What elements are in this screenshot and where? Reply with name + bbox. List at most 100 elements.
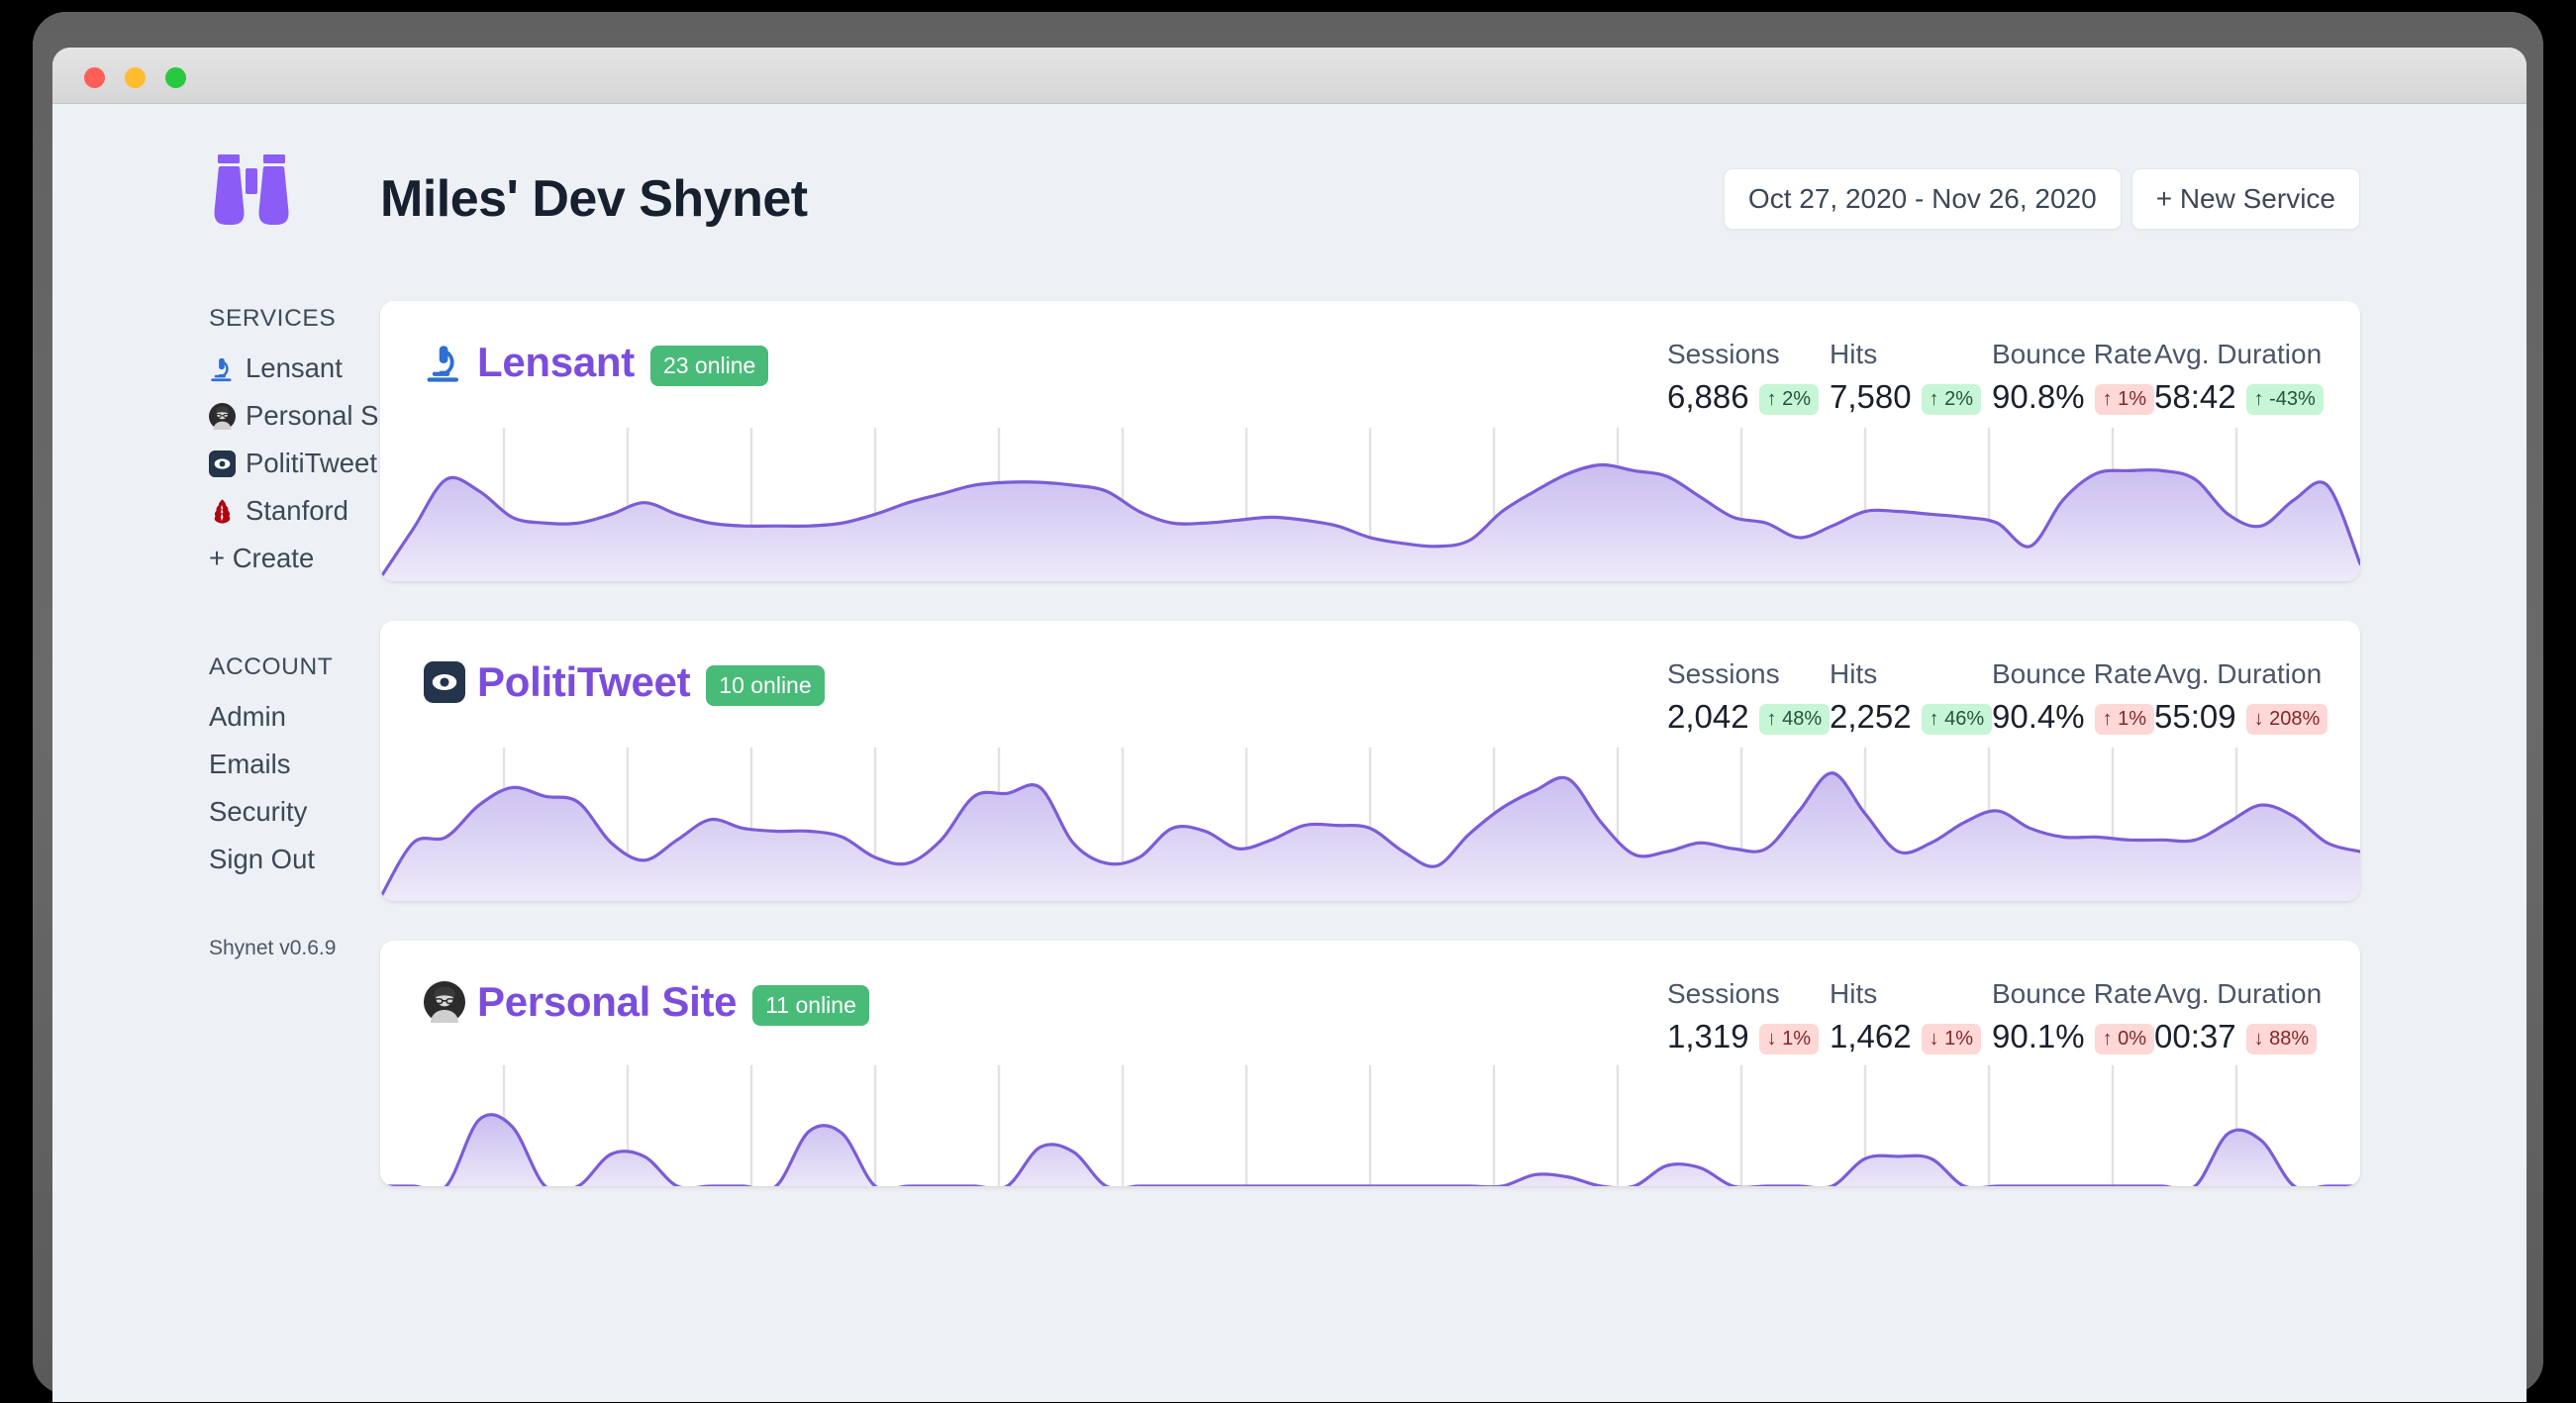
- sidebar-item-label: + Create: [209, 543, 314, 574]
- stat-label: Avg. Duration: [2154, 978, 2317, 1010]
- service-name: PolitiTweet: [477, 658, 690, 706]
- page-body: SERVICES Lensant: [52, 104, 2526, 1402]
- stat-value: 7,580: [1830, 378, 1912, 416]
- sidebar-spacer: [209, 590, 380, 653]
- online-badge: 23 online: [650, 346, 768, 386]
- stat-label: Sessions: [1667, 978, 1830, 1010]
- stat-delta: ↑ 0%: [2095, 1024, 2154, 1054]
- stat-delta: ↓ 1%: [1922, 1024, 1981, 1054]
- maximize-window-button[interactable]: [165, 67, 186, 88]
- stat-sessions: Sessions 6,886 ↑ 2%: [1667, 339, 1830, 416]
- avatar-photo-icon: [424, 981, 465, 1023]
- stat-delta: ↓ 208%: [2246, 704, 2328, 735]
- stat-hits: Hits 1,462↓ 1%: [1830, 978, 1992, 1055]
- stat-delta: ↑ 1%: [2095, 704, 2154, 735]
- service-stats: Sessions 1,319↓ 1% Hits 1,462↓ 1% Bounce…: [1667, 978, 2317, 1055]
- sidebar-item-label: Lensant: [246, 352, 343, 384]
- sidebar-item-label: Stanford: [246, 495, 348, 527]
- stat-label: Hits: [1830, 339, 1992, 370]
- service-identity[interactable]: Personal Site 11 online: [424, 978, 869, 1026]
- sidebar-item-admin[interactable]: Admin: [209, 701, 380, 733]
- stat-delta: ↑ 46%: [1922, 704, 1993, 735]
- sidebar-item-label: Admin: [209, 701, 286, 733]
- eye-square-icon: [209, 451, 236, 477]
- window-titlebar: [52, 48, 2526, 104]
- service-name: Personal Site: [477, 978, 737, 1026]
- stat-avg-duration: Avg. Duration 58:42↑ -43%: [2154, 339, 2317, 416]
- stat-avg-duration: Avg. Duration 55:09↓ 208%: [2154, 658, 2317, 736]
- app-window: SERVICES Lensant: [52, 48, 2526, 1402]
- minimize-window-button[interactable]: [125, 67, 146, 88]
- service-stats: Sessions 2,042↑ 48% Hits 2,252↑ 46% Boun…: [1667, 658, 2317, 736]
- service-card[interactable]: Personal Site 11 online Sessions 1,319↓ …: [380, 941, 2360, 1186]
- stat-sessions: Sessions 2,042↑ 48%: [1667, 658, 1830, 736]
- avatar-photo-icon: [209, 403, 236, 430]
- close-window-button[interactable]: [84, 67, 105, 88]
- sparkline-svg: [380, 418, 2360, 581]
- service-card[interactable]: Lensant 23 online Sessions 6,886 ↑ 2% Hit…: [380, 301, 2360, 581]
- stat-hits: Hits 2,252↑ 46%: [1830, 658, 1992, 736]
- sessions-sparkline-chart: [380, 738, 2360, 901]
- sidebar-item-label: Sign Out: [209, 844, 315, 875]
- stat-avg-duration: Avg. Duration 00:37 ↓ 88%: [2154, 978, 2317, 1055]
- stat-value: 00:37: [2154, 1018, 2236, 1055]
- service-card[interactable]: PolitiTweet 10 online Sessions 2,042↑ 48…: [380, 621, 2360, 901]
- stat-value: 58:42: [2154, 378, 2236, 416]
- service-card-header: Personal Site 11 online Sessions 1,319↓ …: [380, 941, 2360, 1050]
- stat-delta: ↑ -43%: [2246, 384, 2324, 415]
- sidebar-item-emails[interactable]: Emails: [209, 749, 380, 780]
- stat-bounce-rate: Bounce Rate 90.4% ↑ 1%: [1992, 658, 2154, 736]
- sidebar-item-sign-out[interactable]: Sign Out: [209, 844, 380, 875]
- sidebar-item-polititweet[interactable]: PolitiTweet: [209, 448, 380, 479]
- stat-value: 1,319: [1667, 1018, 1749, 1055]
- sidebar-heading-account: ACCOUNT: [209, 653, 380, 681]
- service-stats: Sessions 6,886 ↑ 2% Hits 7,580 ↑ 2% Bounce…: [1667, 339, 2317, 416]
- stat-value: 2,042: [1667, 698, 1749, 736]
- stat-delta: ↑ 2%: [1922, 384, 1981, 415]
- online-badge: 10 online: [706, 665, 824, 706]
- sidebar-item-create[interactable]: + Create: [209, 543, 380, 574]
- stat-value: 6,886: [1667, 378, 1749, 416]
- stat-bounce-rate: Bounce Rate 90.8%↑ 1%: [1992, 339, 2154, 416]
- date-range-button[interactable]: Oct 27, 2020 - Nov 26, 2020: [1724, 168, 2122, 230]
- sidebar-item-stanford[interactable]: Stanford: [209, 495, 380, 527]
- stat-value: 90.8%: [1992, 378, 2085, 416]
- sidebar: SERVICES Lensant: [52, 104, 380, 1402]
- stat-value: 2,252: [1830, 698, 1912, 736]
- service-identity[interactable]: Lensant 23 online: [424, 339, 768, 386]
- stat-delta: ↓ 88%: [2246, 1024, 2318, 1054]
- service-card-header: PolitiTweet 10 online Sessions 2,042↑ 48…: [380, 621, 2360, 730]
- stat-label: Bounce Rate: [1992, 978, 2154, 1010]
- page-title: Miles' Dev Shynet: [380, 169, 808, 229]
- sidebar-item-label: PolitiTweet: [246, 448, 377, 479]
- sparkline-svg: [380, 1057, 2360, 1186]
- new-service-button[interactable]: + New Service: [2131, 168, 2360, 230]
- sparkline-svg: [380, 738, 2360, 901]
- stat-bounce-rate: Bounce Rate 90.1% ↑ 0%: [1992, 978, 2154, 1055]
- sidebar-item-lensant[interactable]: Lensant: [209, 352, 380, 384]
- microscope-icon: [424, 342, 465, 383]
- service-name: Lensant: [477, 339, 635, 386]
- stat-hits: Hits 7,580 ↑ 2%: [1830, 339, 1992, 416]
- stat-label: Sessions: [1667, 339, 1830, 370]
- sidebar-item-security[interactable]: Security: [209, 796, 380, 828]
- stat-sessions: Sessions 1,319↓ 1%: [1667, 978, 1830, 1055]
- main-content: Miles' Dev Shynet Oct 27, 2020 - Nov 26,…: [380, 104, 2526, 1402]
- service-identity[interactable]: PolitiTweet 10 online: [424, 658, 825, 706]
- stat-value: 1,462: [1830, 1018, 1912, 1055]
- stat-value: 90.4%: [1992, 698, 2085, 736]
- online-badge: 11 online: [752, 985, 869, 1026]
- page-header: Miles' Dev Shynet Oct 27, 2020 - Nov 26,…: [380, 151, 2360, 246]
- microscope-icon: [209, 355, 236, 382]
- service-card-header: Lensant 23 online Sessions 6,886↑ 2% Hit…: [380, 301, 2360, 410]
- stat-delta: ↑ 2%: [1759, 384, 1819, 415]
- sessions-sparkline-chart: [380, 1057, 2360, 1186]
- stat-label: Bounce Rate: [1992, 658, 2154, 690]
- sidebar-item-personal-site[interactable]: Personal Site: [209, 400, 380, 432]
- stat-label: Bounce Rate: [1992, 339, 2154, 370]
- sessions-sparkline-chart: [380, 418, 2360, 581]
- stat-value: 90.1%: [1992, 1018, 2085, 1055]
- sidebar-item-label: Emails: [209, 749, 291, 780]
- binoculars-icon: [209, 153, 294, 227]
- stanford-tree-icon: [209, 498, 236, 525]
